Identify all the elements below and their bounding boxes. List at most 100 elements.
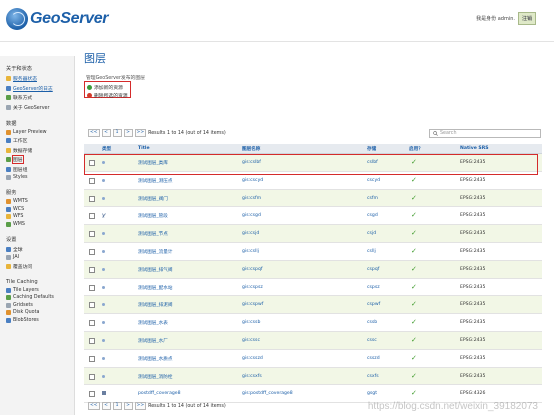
sidebar-item[interactable]: 图层组 [6, 166, 74, 173]
remove-resource-link[interactable]: 删除所选的资源 [87, 92, 128, 99]
page-number-button[interactable]: 1 [112, 129, 122, 137]
row-checkbox[interactable] [89, 373, 95, 380]
cell-store[interactable]: cslbf [367, 160, 378, 165]
sidebar-item[interactable]: Gridsets [6, 302, 74, 308]
sidebar-item[interactable]: 关于 GeoServer [6, 104, 74, 111]
sidebar-item[interactable]: Layer Preview [6, 129, 74, 135]
cell-title[interactable]: 测试图层_水厂 [138, 338, 168, 344]
row-checkbox[interactable] [89, 320, 95, 327]
cell-layer-name[interactable]: gis:csfm [242, 196, 261, 201]
prev-page-button[interactable]: < [101, 129, 111, 137]
cell-title[interactable]: postdff_coverage8 [138, 391, 181, 396]
sidebar-item[interactable]: WFS [6, 214, 74, 219]
last-page-button[interactable]: >> [134, 129, 147, 137]
sidebar-item[interactable]: Disk Quota [6, 310, 74, 315]
cell-layer-name[interactable]: gis:postdff_coverage8 [242, 391, 293, 396]
cell-layer-name[interactable]: gis:cslbf [242, 160, 261, 165]
cell-store[interactable]: csllj [367, 249, 376, 254]
row-checkbox[interactable] [89, 160, 95, 166]
cell-store[interactable]: cspwf [367, 302, 380, 307]
cell-title[interactable]: 测试图层_节点 [138, 231, 168, 237]
sidebar-item[interactable]: 数据存储 [6, 147, 74, 154]
sidebar-item[interactable]: Styles [6, 175, 74, 180]
cell-title[interactable]: 测试图层_排泥阀 [138, 302, 172, 308]
first-page-button[interactable]: << [88, 129, 100, 137]
cell-title[interactable]: 测试图层_消防栓 [138, 374, 172, 380]
row-checkbox[interactable] [89, 195, 95, 202]
prev-page-button[interactable]: < [101, 402, 111, 410]
cell-layer-name[interactable]: gis:csjd [242, 231, 259, 236]
cell-title[interactable]: 测试图层_水表 [138, 320, 168, 326]
cell-title[interactable]: 测试图层_测压点 [138, 178, 172, 184]
header-enabled[interactable]: 启用？ [409, 146, 423, 152]
cell-title[interactable]: 测试图层_水质点 [138, 356, 172, 362]
cell-native-srs: EPSG:2435 [460, 302, 486, 308]
cell-store[interactable]: cspsz [367, 285, 380, 290]
logout-button[interactable]: 注销 [517, 12, 536, 25]
cell-layer-name[interactable]: gis:cspqf [242, 267, 263, 272]
row-checkbox[interactable] [89, 391, 95, 398]
last-page-button[interactable]: >> [134, 402, 147, 410]
header-native-srs[interactable]: Native SRS [460, 146, 489, 151]
cell-title[interactable]: 测试图层_排气阀 [138, 267, 172, 273]
cell-store[interactable]: gsgt [367, 391, 377, 396]
row-checkbox[interactable] [89, 284, 95, 291]
cell-layer-name[interactable]: gis:cssc [242, 338, 260, 343]
sidebar-item[interactable]: BlobStores [6, 317, 74, 323]
first-page-button[interactable]: << [88, 402, 100, 410]
row-checkbox[interactable] [89, 266, 95, 273]
sidebar-item[interactable]: 服务器状态 [6, 75, 74, 82]
cell-store[interactable]: csjd [367, 231, 376, 236]
cell-store[interactable]: cspqf [367, 267, 379, 272]
sidebar-item[interactable]: Tile Layers [6, 287, 74, 293]
cell-title[interactable]: 测试图层_类库 [138, 160, 168, 166]
cell-layer-name[interactable]: gis:csllj [242, 249, 259, 254]
row-checkbox[interactable] [89, 213, 95, 220]
cell-store[interactable]: csszd [367, 356, 380, 361]
search-input[interactable]: Search [429, 129, 541, 138]
cell-layer-name[interactable]: gis:csszd [242, 356, 263, 361]
row-checkbox[interactable] [89, 302, 95, 309]
sidebar-item[interactable]: 联系方式 [6, 94, 74, 101]
sidebar-item[interactable]: JAI [6, 255, 74, 260]
cell-layer-name[interactable]: gis:cssb [242, 320, 260, 325]
sidebar-item[interactable]: WMS [6, 221, 74, 227]
header-store[interactable]: 存储 [367, 146, 376, 152]
sidebar-item[interactable]: Caching Defaults [6, 295, 74, 300]
sidebar-item[interactable]: 全球 [6, 246, 74, 253]
cell-layer-name[interactable]: gis:csgd [242, 213, 261, 218]
geoserver-logo[interactable]: GeoServer [6, 8, 109, 30]
next-page-button[interactable]: > [123, 129, 133, 137]
sidebar-item[interactable]: 图层 [6, 155, 74, 164]
row-checkbox[interactable] [89, 248, 95, 255]
sidebar-item[interactable]: 覆盖访问 [6, 263, 74, 270]
cell-layer-name[interactable]: gis:csxfs [242, 374, 262, 379]
cell-store[interactable]: cssc [367, 338, 377, 343]
cell-store[interactable]: cssb [367, 320, 377, 325]
sidebar-item[interactable]: GeoServer的日志 [6, 85, 74, 92]
add-resource-link[interactable]: 添加新的资源 [87, 84, 123, 91]
next-page-button[interactable]: > [123, 402, 133, 410]
cell-store[interactable]: csxfs [367, 374, 379, 379]
cell-layer-name[interactable]: gis:cspwf [242, 302, 263, 307]
cell-title[interactable]: 测试图层_流量计 [138, 249, 172, 255]
header-layer-name[interactable]: 图层名称 [242, 146, 260, 152]
row-checkbox[interactable] [89, 177, 95, 184]
cell-store[interactable]: csgd [367, 213, 378, 218]
cell-store[interactable]: csfm [367, 196, 378, 201]
row-checkbox[interactable] [89, 355, 95, 362]
cell-store[interactable]: cscyd [367, 178, 380, 183]
sidebar-item[interactable]: WMTS [6, 199, 74, 204]
cell-title[interactable]: 测试图层_管段 [138, 213, 168, 219]
header-type[interactable]: 类型 [102, 146, 111, 152]
sidebar-item[interactable]: 工作区 [6, 137, 74, 144]
sidebar-item[interactable]: WCS [6, 206, 74, 212]
cell-layer-name[interactable]: gis:cscyd [242, 178, 263, 183]
cell-title[interactable]: 测试图层_阀门 [138, 196, 168, 202]
cell-title[interactable]: 测试图层_配水站 [138, 285, 172, 291]
header-title[interactable]: Title [138, 146, 150, 151]
page-number-button[interactable]: 1 [112, 402, 122, 410]
cell-layer-name[interactable]: gis:cspsz [242, 285, 263, 290]
row-checkbox[interactable] [89, 231, 95, 238]
row-checkbox[interactable] [89, 337, 95, 344]
